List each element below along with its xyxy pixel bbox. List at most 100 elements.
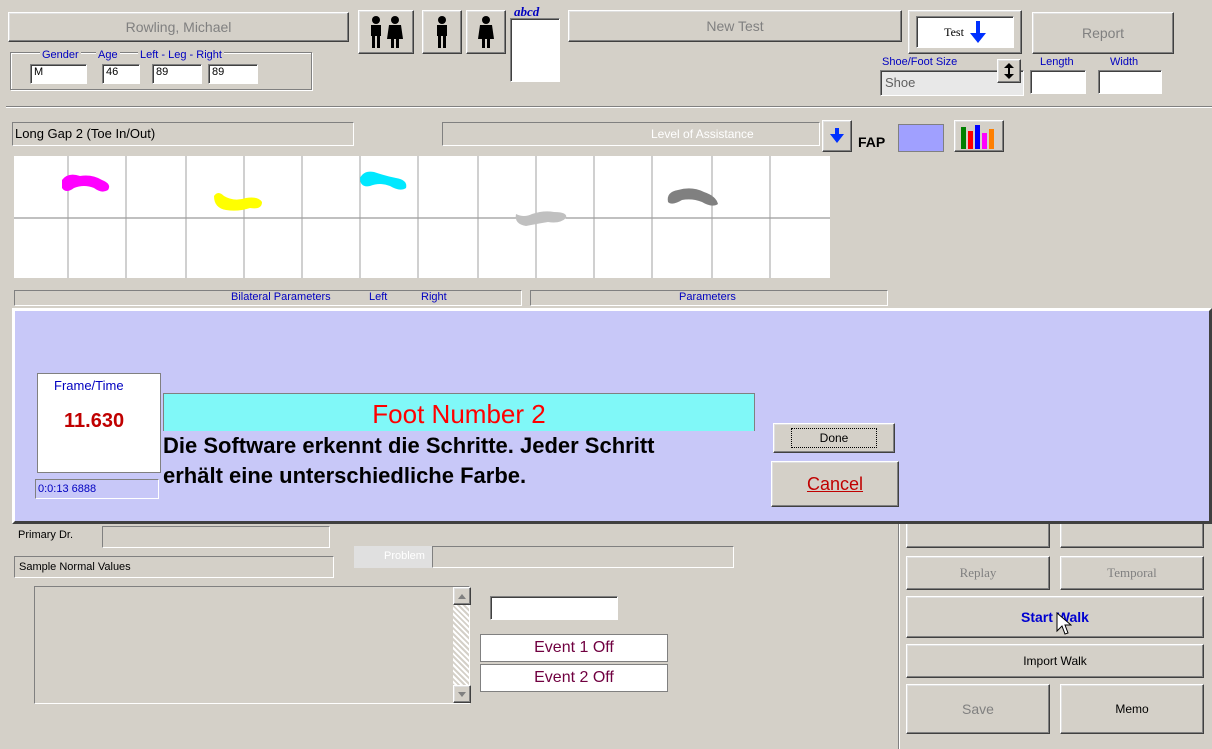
right-label: Right [421,291,447,303]
abcd-box[interactable] [510,18,560,82]
assistance-dropdown-button[interactable] [822,120,852,152]
new-test-button[interactable]: New Test [568,10,902,42]
done-button[interactable]: Done [773,423,895,453]
event1-box[interactable]: Event 1 Off [480,634,668,662]
temporal-label: Temporal [1107,565,1157,580]
event2-box[interactable]: Event 2 Off [480,664,668,692]
import-walk-label: Import Walk [1023,654,1087,668]
arrow-down-icon [458,691,466,697]
notes-area[interactable] [34,586,471,704]
caption-line-2: erhält eine unterschiedliche Farbe. [163,463,527,488]
frame-time-box: Frame/Time 11.630 [37,373,161,473]
walkway-grid-lines [14,156,830,278]
footprint-1 [62,174,110,192]
footprint-2 [214,193,262,211]
left-leg-field[interactable]: 89 [152,64,202,84]
female-icon [478,16,494,48]
sample-normal-values[interactable]: Sample Normal Values [14,556,334,578]
parameters-header: Parameters [530,290,888,306]
cancel-button[interactable]: Cancel [771,461,899,507]
test-label: Test [944,24,964,39]
patient-name-button[interactable]: Rowling, Michael [8,12,349,42]
age-field[interactable]: 46 [102,64,140,84]
start-walk-button[interactable]: Start Walk [906,596,1204,638]
sample-normal-label: Sample Normal Values [19,561,131,573]
top-separator [6,106,1212,108]
arrow-down-icon [830,128,844,143]
replay-label: Replay [959,565,997,580]
mouse-cursor-icon [1056,612,1072,635]
notes-scrollbar[interactable] [453,587,471,703]
timecode-field: 0:0:13 6888 [35,479,159,499]
footprint-5 [667,188,718,206]
shoe-select[interactable]: Shoe [880,59,1024,96]
foot-number-banner: Foot Number 2 [163,393,755,435]
memo-label: Memo [1115,702,1149,716]
right-leg-field[interactable]: 89 [208,64,258,84]
shoe-value: Shoe [885,75,916,90]
replay-button[interactable]: Replay [906,556,1050,590]
save-label: Save [962,701,994,717]
problem-label-box: Problem [354,546,432,568]
memo-button[interactable]: Memo [1060,684,1204,734]
caption-line-1: Die Software erkennt die Schritte. Jeder… [163,433,655,458]
female-button[interactable] [466,10,506,54]
save-button[interactable]: Save [906,684,1050,734]
scroll-up-button[interactable] [453,587,471,605]
test-name: Long Gap 2 (Toe In/Out) [15,126,156,141]
start-walk-label: Start Walk [1021,609,1089,625]
foot-number-text: Foot Number 2 [372,399,546,429]
couple-button[interactable] [358,10,414,54]
problem-label: Problem [384,550,425,562]
import-walk-button[interactable]: Import Walk [906,644,1204,678]
fap-label: FAP [858,134,886,150]
temporal-button[interactable]: Temporal [1060,556,1204,590]
bar-chart-icon [961,125,994,149]
gender-field[interactable]: M [30,64,87,84]
width-field[interactable] [1098,70,1162,94]
bilateral-parameters-header: Bilateral Parameters Left Right [14,290,522,306]
arrow-up-icon [458,593,466,599]
couple-icon [371,16,403,48]
timecode-value: 0:0:13 6888 [38,483,97,495]
male-button[interactable] [422,10,462,54]
male-icon [437,16,447,48]
test-inner: Test [916,16,1014,48]
right-column-separator [898,510,900,749]
primary-dr-label: Primary Dr. [18,529,73,541]
left-label: Left [369,291,388,303]
arrow-down-icon [969,21,986,43]
new-test-label: New Test [706,18,764,34]
foot-number-dialog: Frame/Time 11.630 0:0:13 6888 Foot Numbe… [12,308,1212,524]
parameters-label: Parameters [679,291,736,303]
frame-time-label: Frame/Time [54,378,124,393]
patient-name: Rowling, Michael [125,19,232,35]
gender-label: Gender [40,49,81,61]
problem-field[interactable] [432,546,734,568]
age-label: Age [96,49,120,61]
event2-label: Event 2 Off [534,669,614,686]
up-down-arrow-icon [1004,63,1014,79]
event1-label: Event 1 Off [534,639,614,656]
chart-button[interactable] [954,120,1004,152]
footprint-4 [515,211,567,226]
legs-label: Left - Leg - Right [138,49,224,61]
report-label: Report [1081,25,1125,41]
event-input-field[interactable] [490,596,618,620]
primary-dr-field[interactable] [102,526,330,548]
footprint-3 [360,171,407,190]
assistance-field: Level of Assistance [442,122,820,146]
length-field[interactable] [1030,70,1086,94]
width-label: Width [1110,56,1139,68]
assistance-label: Level of Assistance [651,127,754,141]
bilateral-label: Bilateral Parameters [231,291,331,303]
test-name-field: Long Gap 2 (Toe In/Out) [12,122,354,146]
scroll-down-button[interactable] [453,685,471,703]
caption-box: Die Software erkennt die Schritte. Jeder… [163,431,763,501]
report-button[interactable]: Report [1032,12,1174,54]
shoe-foot-size-label: Shoe/Foot Size [882,56,958,68]
test-button[interactable]: Test [908,10,1022,54]
frame-time-value: 11.630 [64,410,125,432]
shoe-spinner[interactable] [997,59,1021,83]
walkway-grid [14,156,830,278]
